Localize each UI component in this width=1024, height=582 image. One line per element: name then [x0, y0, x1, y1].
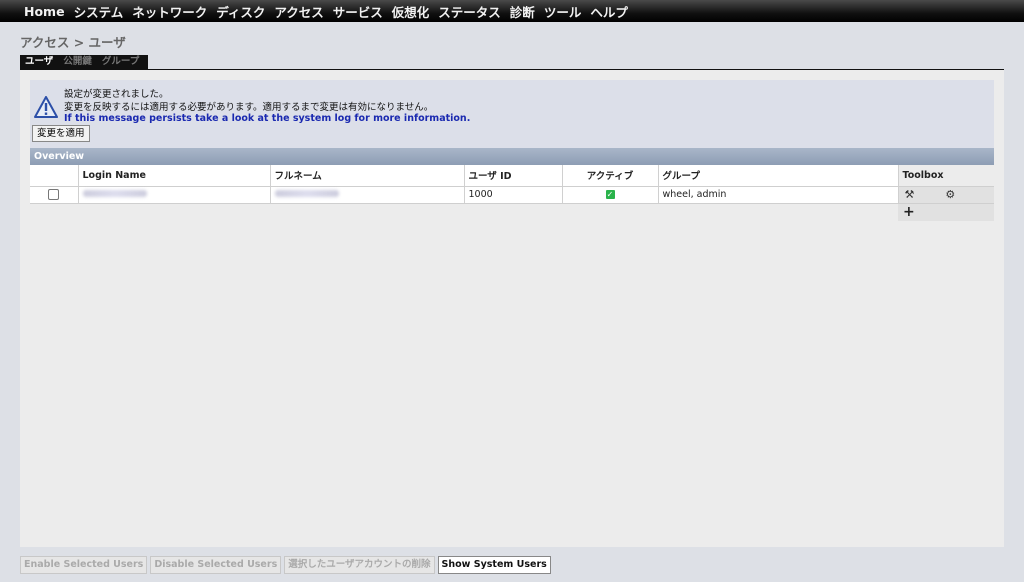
nav-disk[interactable]: ディスク [216, 2, 265, 21]
disable-selected-users-button[interactable]: Disable Selected Users [150, 556, 282, 574]
groups-cell: wheel, admin [658, 186, 899, 204]
nav-tools[interactable]: ツール [544, 2, 582, 21]
select-column-header [30, 165, 79, 187]
active-check-icon: ✓ [605, 190, 615, 199]
add-user-button[interactable]: + [898, 204, 994, 221]
groups-column-header[interactable]: グループ [658, 165, 899, 187]
table-row: 1000 ✓ wheel, admin ⚒ ⚙ [30, 186, 994, 204]
full-name-cell [270, 186, 465, 204]
config-changed-notice: 設定が変更されました。 変更を反映するには適用する必要があります。適用するまで変… [30, 80, 994, 148]
active-cell: ✓ [562, 186, 659, 204]
warning-icon [34, 96, 58, 118]
table-header-row: Login Name フルネーム ユーザ ID アクティブ グループ Toolb… [30, 165, 994, 187]
row-select-cell [30, 186, 79, 204]
tab-bar: ユーザ 公開鍵 グループ [20, 55, 149, 69]
toolbox-cell: ⚒ ⚙ [898, 186, 994, 204]
tab-groups[interactable]: グループ [97, 55, 144, 69]
show-system-users-button[interactable]: Show System Users [437, 556, 551, 574]
top-navigation: Home システム ネットワーク ディスク アクセス サービス 仮想化 ステータ… [0, 0, 1024, 22]
tab-users[interactable]: ユーザ [20, 55, 58, 69]
apply-changes-button[interactable]: 変更を適用 [32, 125, 90, 142]
overview-header: Overview [30, 148, 994, 165]
active-column-header[interactable]: アクティブ [562, 165, 659, 187]
login-name-column-header[interactable]: Login Name [78, 165, 271, 187]
nav-status[interactable]: ステータス [438, 2, 501, 21]
delete-selected-users-button[interactable]: 選択したユーザアカウントの削除 [284, 556, 435, 574]
users-table: Login Name フルネーム ユーザ ID アクティブ グループ Toolb… [30, 165, 994, 204]
gear-icon[interactable]: ⚙ [945, 188, 955, 201]
nav-services[interactable]: サービス [333, 2, 383, 21]
redacted-login-name [82, 190, 147, 197]
plus-icon: + [903, 204, 915, 220]
bottom-action-bar: Enable Selected Users Disable Selected U… [20, 556, 551, 574]
nav-system[interactable]: システム [74, 2, 124, 21]
user-id-column-header[interactable]: ユーザ ID [464, 165, 563, 187]
full-name-column-header[interactable]: フルネーム [270, 165, 465, 187]
notice-line-changed: 設定が変更されました。 [64, 89, 169, 100]
user-id-cell: 1000 [464, 186, 563, 204]
notice-line-apply-required: 変更を反映するには適用する必要があります。適用するまで変更は有効になりません。 [64, 102, 434, 113]
toolbox-column-header: Toolbox [898, 165, 994, 187]
nav-help[interactable]: ヘルプ [590, 2, 628, 21]
nav-virtualization[interactable]: 仮想化 [392, 2, 430, 21]
redacted-full-name [274, 190, 339, 197]
nav-diagnostics[interactable]: 診断 [510, 2, 535, 21]
login-name-cell [78, 186, 271, 204]
breadcrumb: アクセス > ユーザ [20, 35, 126, 50]
row-select-checkbox[interactable] [48, 189, 60, 200]
nav-network[interactable]: ネットワーク [132, 2, 207, 21]
main-panel: 設定が変更されました。 変更を反映するには適用する必要があります。適用するまで変… [20, 70, 1004, 547]
edit-tools-icon[interactable]: ⚒ [905, 188, 915, 201]
notice-line-system-log: If this message persists take a look at … [64, 113, 471, 124]
tab-public-keys[interactable]: 公開鍵 [58, 55, 97, 69]
nav-access[interactable]: アクセス [274, 2, 323, 21]
nav-home[interactable]: Home [24, 4, 65, 19]
enable-selected-users-button[interactable]: Enable Selected Users [20, 556, 148, 574]
